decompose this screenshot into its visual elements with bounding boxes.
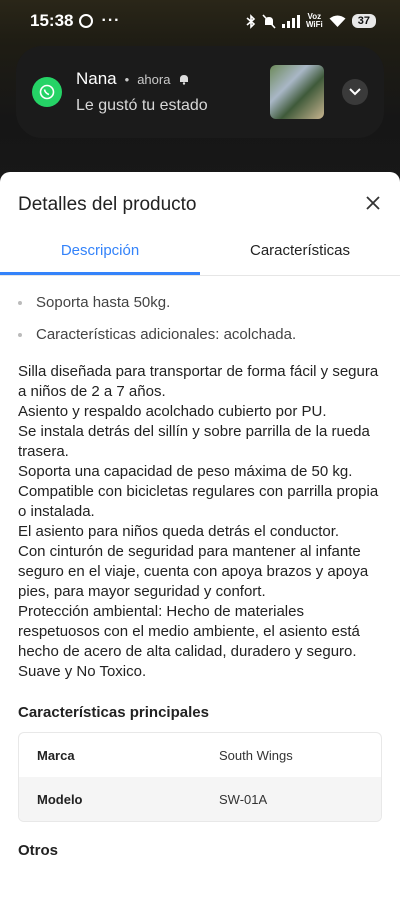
specs-table: Marca South Wings Modelo SW-01A [18,732,382,822]
whatsapp-notification[interactable]: Nana • ahora Le gustó tu estado [16,46,384,138]
wifi-icon [329,15,346,27]
signal-icon [281,14,300,28]
list-item: Soporta hasta 50kg. [18,294,382,311]
notification-time: ahora [137,71,171,87]
product-details-sheet: Detalles del producto Descripción Caract… [0,172,400,911]
others-heading: Otros [18,842,59,859]
whatsapp-status-icon [79,14,94,28]
close-icon[interactable] [364,194,382,212]
mute-icon [262,13,276,29]
status-bar: 15:38 ··· Voz WiFi 37 [0,0,400,42]
bluetooth-icon [246,13,256,29]
bottom-fade [0,872,400,911]
tab-caracteristicas[interactable]: Características [200,234,400,275]
table-row: Modelo SW-01A [19,777,381,821]
status-time: 15:38 [30,11,74,30]
status-thumbnail [270,65,324,119]
product-description: Silla diseñada para transportar de forma… [18,363,379,680]
alarm-bell-icon [180,75,189,85]
table-row: Marca South Wings [37,747,293,763]
whatsapp-icon [32,77,62,107]
vowifi-indicator: Voz WiFi [305,12,323,29]
main-features-heading: Características principales [18,704,209,721]
notification-message: Le gustó tu estado [76,97,208,114]
sheet-title: Detalles del producto [18,194,197,215]
list-item: Características adicionales: acolchada. [18,326,382,343]
feature-bullets: Soporta hasta 50kg. Características adic… [18,294,382,358]
expand-notification-button[interactable] [342,79,368,105]
tab-descripcion[interactable]: Descripción [0,234,200,275]
tab-bar: Descripción Características [0,234,400,276]
notification-sender: Nana [76,69,117,88]
chevron-down-icon [349,88,361,96]
more-notifications-indicator: ··· [101,12,121,29]
battery-indicator: 37 [351,14,376,28]
